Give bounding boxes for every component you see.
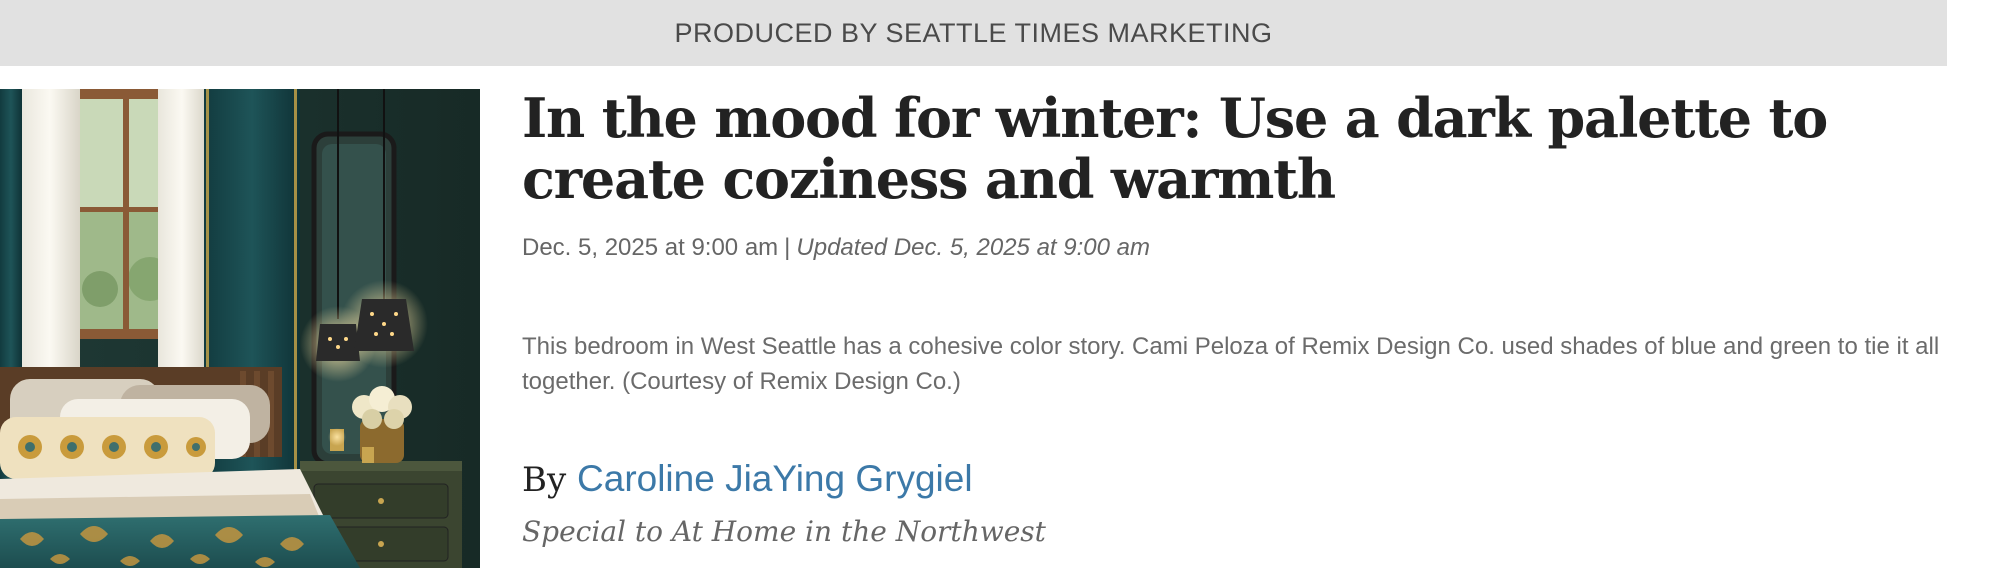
updated-date: Updated Dec. 5, 2025 at 9:00 am <box>796 234 1150 261</box>
published-date: Dec. 5, 2025 at 9:00 am <box>522 234 779 261</box>
article-dateline: Dec. 5, 2025 at 9:00 am | Updated Dec. 5, … <box>522 234 1150 262</box>
author-affiliation: Special to At Home in the Northwest <box>522 515 1046 548</box>
byline-prefix: By <box>522 460 567 500</box>
sponsored-banner-text: PRODUCED BY SEATTLE TIMES MARKETING <box>674 17 1273 48</box>
photo-caption: This bedroom in West Seattle has a cohes… <box>522 333 1940 395</box>
author-link[interactable]: Caroline JiaYing Grygiel <box>577 458 973 499</box>
sponsored-banner: PRODUCED BY SEATTLE TIMES MARKETING <box>0 0 1947 66</box>
byline: By Caroline JiaYing Grygiel <box>522 458 973 500</box>
article-photo[interactable] <box>0 89 480 568</box>
date-separator: | <box>784 234 791 261</box>
article-headline: In the mood for winter: Use a dark palet… <box>522 86 1828 211</box>
bedroom-photo-illustration <box>0 89 480 568</box>
